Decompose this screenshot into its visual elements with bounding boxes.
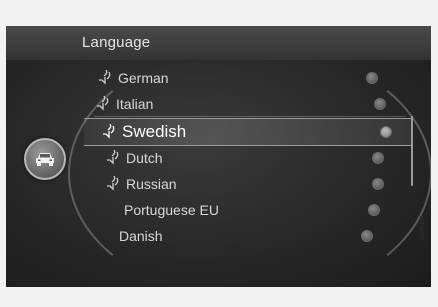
radio-button[interactable] [368,204,380,216]
list-item-label: German [118,70,169,86]
radio-button[interactable] [372,178,384,190]
list-item-dutch[interactable]: Dutch [104,146,404,170]
radio-button[interactable] [366,72,378,84]
list-item-label: Danish [119,228,163,244]
image-code: G049104 [420,215,426,240]
language-list: German Italian Swedish Dutch Russian Por… [6,26,431,287]
radio-button[interactable] [372,152,384,164]
list-item-label: Dutch [126,150,163,166]
infotainment-screen: Language German Italian Swedish Dutch Ru… [6,26,431,287]
list-item-german[interactable]: German [96,66,396,90]
radio-button[interactable] [380,126,392,138]
radio-button[interactable] [374,98,386,110]
list-item-portuguese-eu[interactable]: Portuguese EU [124,198,404,222]
voice-control-icon [107,176,119,191]
list-item-italian[interactable]: Italian [94,92,406,117]
voice-control-icon [97,96,109,111]
list-item-danish[interactable]: Danish [119,224,399,248]
list-item-label: Italian [116,96,154,112]
list-item-swedish[interactable]: Swedish [84,118,412,146]
list-item-russian[interactable]: Russian [104,172,404,196]
list-item-label: Swedish [122,122,187,141]
list-item-label: Portuguese EU [124,202,219,218]
scrollbar[interactable] [411,116,413,186]
voice-control-icon [99,70,111,85]
list-item-label: Russian [126,176,177,192]
voice-control-icon [107,150,119,165]
voice-control-icon [103,124,115,139]
radio-button[interactable] [361,230,373,242]
